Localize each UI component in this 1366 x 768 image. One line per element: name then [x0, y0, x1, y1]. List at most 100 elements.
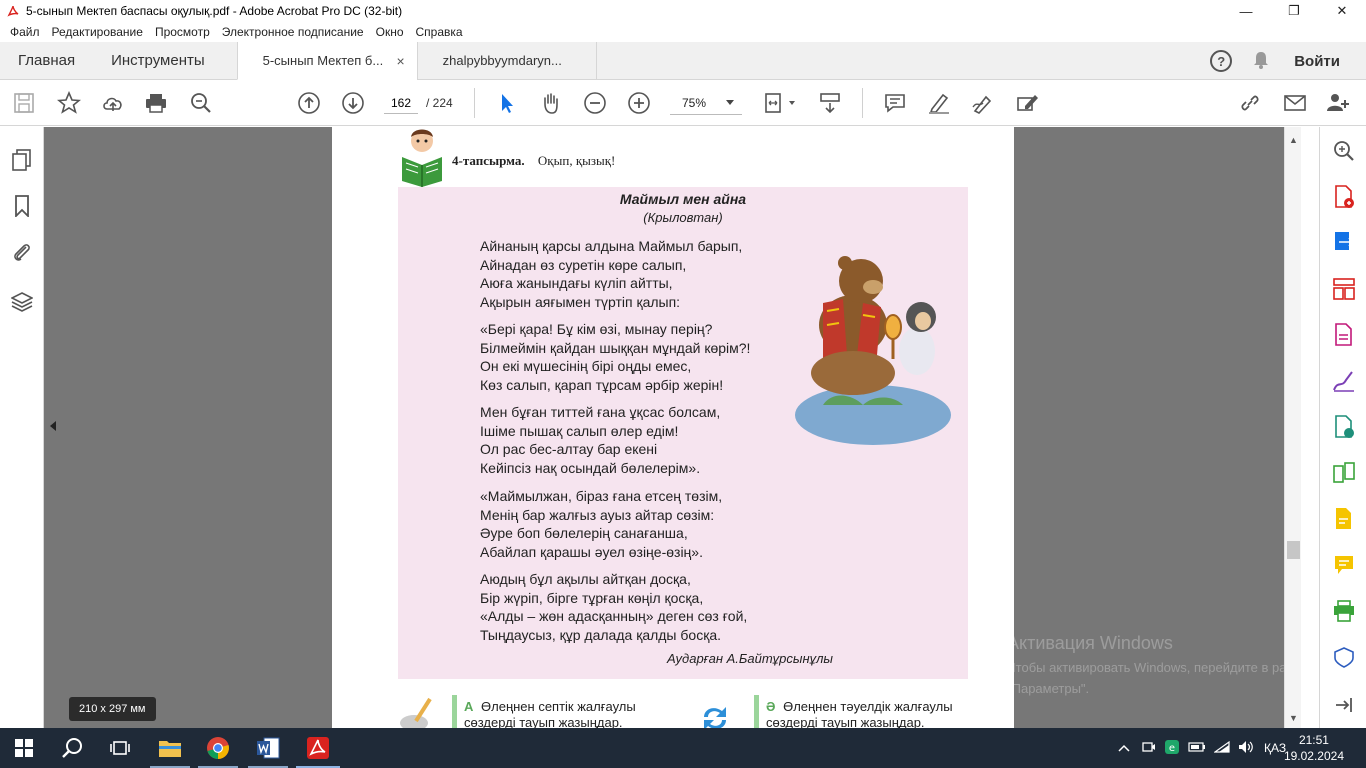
print-production-icon[interactable]: [1332, 599, 1356, 623]
search-zoom-icon[interactable]: [1332, 139, 1356, 163]
menu-window[interactable]: Окно: [370, 25, 410, 39]
print-icon[interactable]: [144, 91, 168, 115]
comment-icon[interactable]: [883, 91, 907, 115]
edit-sign-icon[interactable]: [1015, 91, 1039, 115]
poem-line: Ақырын аяғымен түртіп қалып:: [480, 293, 681, 310]
page-fit-icon[interactable]: [762, 91, 798, 115]
share-link-icon[interactable]: [1238, 91, 1262, 115]
exercises: А Өлеңнен септік жалғаулы сөздерді тауып…: [398, 693, 968, 728]
collapse-pane-icon[interactable]: [1332, 693, 1356, 717]
draw-pen-icon[interactable]: [971, 91, 995, 115]
zoom-select[interactable]: 75%: [670, 91, 742, 115]
fill-sign-icon[interactable]: [1332, 369, 1356, 393]
scrollbar-thumb[interactable]: [1287, 541, 1300, 559]
chrome-icon[interactable]: [206, 736, 230, 760]
menu-edit[interactable]: Редактирование: [46, 25, 149, 39]
close-tab-button[interactable]: ×: [396, 53, 404, 69]
minimize-button[interactable]: —: [1222, 0, 1270, 22]
menu-file[interactable]: Файл: [4, 25, 46, 39]
exercise-b-text: Өлеңнен тәуелдік жалғаулы сөздерді тауып…: [766, 699, 953, 728]
activation-watermark-text: Чтобы активировать Windows, перейдите в …: [1007, 660, 1284, 696]
collapse-left-arrow-icon[interactable]: [50, 421, 56, 431]
poem-stanza: Аюдың бұл ақылы айтқан досқа, Бір жүріп,…: [480, 570, 747, 644]
poem-title: Маймыл мен айна: [619, 191, 747, 207]
add-user-icon[interactable]: [1326, 91, 1350, 115]
toolbar-divider: [474, 88, 475, 118]
document-viewport[interactable]: 4-тапсырма. Оқып, қызық! Маймыл мен айна…: [44, 127, 1284, 728]
poem-line: Бір жүріп, бірге тұрған көңіл қосқа,: [480, 589, 704, 606]
title-bar: 5-сынып Мектеп баспасы оқулық.pdf - Adob…: [0, 0, 1366, 22]
security-badge-icon[interactable]: e: [1164, 739, 1180, 758]
word-icon[interactable]: [256, 736, 280, 760]
exercise-a-letter: А: [464, 699, 474, 714]
bookmarks-icon[interactable]: [11, 195, 33, 217]
task-header: 4-тапсырма. Оқып, қызық!: [452, 153, 615, 169]
clock[interactable]: 21:51 19.02.2024: [1284, 732, 1344, 764]
tab-document-label: zhalpybbyymdaryn...: [442, 53, 562, 68]
help-icon[interactable]: ?: [1210, 50, 1233, 72]
poem-stanza: Мен бұған титтей ғана ұқсас болсам, Ішім…: [480, 403, 720, 477]
select-cursor-icon[interactable]: [495, 91, 519, 115]
email-icon[interactable]: [1283, 91, 1307, 115]
signin-button[interactable]: Войти: [1294, 53, 1340, 70]
poem-line: «Маймылжан, біраз ғана етсең төзім,: [480, 488, 723, 504]
exercise-bar: [754, 695, 759, 728]
zoom-in-icon[interactable]: [627, 91, 651, 115]
scroll-up-icon[interactable]: ▲: [1289, 135, 1298, 145]
acrobat-taskbar-icon[interactable]: [306, 736, 330, 760]
save-icon[interactable]: [12, 91, 36, 115]
menu-help[interactable]: Справка: [410, 25, 469, 39]
scroll-mode-icon[interactable]: [818, 91, 842, 115]
layers-icon[interactable]: [11, 291, 33, 313]
tab-document-active[interactable]: 5-сынып Мектеп б... ×: [236, 42, 417, 80]
compare-files-icon[interactable]: [1332, 461, 1356, 485]
share-file-icon[interactable]: [1332, 507, 1356, 531]
close-window-button[interactable]: ✕: [1318, 0, 1366, 22]
send-for-signature-icon[interactable]: [1332, 415, 1356, 439]
input-language[interactable]: ҚАЗ: [1264, 741, 1286, 755]
refresh-arrows-icon: [700, 703, 730, 728]
zoom-search-icon[interactable]: [189, 91, 213, 115]
tab-document-2[interactable]: zhalpybbyymdaryn...: [416, 42, 597, 79]
maximize-button[interactable]: ❐: [1270, 0, 1318, 22]
hand-tool-icon[interactable]: [539, 91, 563, 115]
exercise-b: Ә Өлеңнен тәуелдік жалғаулы сөздерді тау…: [766, 699, 966, 728]
poem-line: «Алды – жөн адасқанның» деген сөз ғой,: [480, 608, 748, 624]
export-pdf-icon[interactable]: [1332, 230, 1356, 254]
bookmark-star-icon[interactable]: [57, 91, 81, 115]
edit-pdf-icon[interactable]: [1332, 323, 1356, 347]
poem-line: Білмеймін қайдан шыққан мұндай көрім?!: [480, 339, 751, 356]
task-view-icon[interactable]: [108, 736, 132, 760]
organize-pages-icon[interactable]: [1332, 277, 1356, 301]
scroll-down-icon[interactable]: ▼: [1289, 713, 1298, 723]
page-total: / 224: [426, 96, 453, 110]
windows-start-icon[interactable]: [12, 736, 36, 760]
upload-cloud-icon[interactable]: [101, 91, 125, 115]
meet-now-icon[interactable]: [1142, 740, 1156, 757]
zoom-out-icon[interactable]: [583, 91, 607, 115]
page-thumbnails-icon[interactable]: [11, 149, 33, 171]
chevron-up-icon[interactable]: [1118, 741, 1130, 755]
create-pdf-icon[interactable]: [1332, 185, 1356, 209]
bell-icon[interactable]: [1252, 50, 1270, 73]
protect-shield-icon[interactable]: [1332, 645, 1356, 669]
volume-icon[interactable]: [1238, 740, 1254, 757]
zoom-value: 75%: [682, 95, 707, 110]
tab-tools[interactable]: Инструменты: [93, 42, 237, 79]
menu-view[interactable]: Просмотр: [149, 25, 216, 39]
tabbar-right: ? Войти: [1210, 42, 1366, 80]
attachments-icon[interactable]: [11, 241, 33, 263]
tab-home[interactable]: Главная: [0, 42, 93, 79]
vertical-scrollbar[interactable]: ▲ ▼: [1284, 127, 1301, 728]
page-number-input[interactable]: [384, 92, 418, 114]
battery-icon[interactable]: [1188, 741, 1206, 756]
menu-sign[interactable]: Электронное подписание: [216, 25, 370, 39]
exercise-b-letter: Ә: [766, 699, 776, 714]
search-icon[interactable]: [60, 736, 84, 760]
highlight-pen-icon[interactable]: [927, 91, 951, 115]
file-explorer-icon[interactable]: [158, 736, 182, 760]
wifi-icon[interactable]: [1213, 740, 1230, 757]
page-up-icon[interactable]: [297, 91, 321, 115]
comment-tool-icon[interactable]: [1332, 553, 1356, 577]
page-down-icon[interactable]: [341, 91, 365, 115]
